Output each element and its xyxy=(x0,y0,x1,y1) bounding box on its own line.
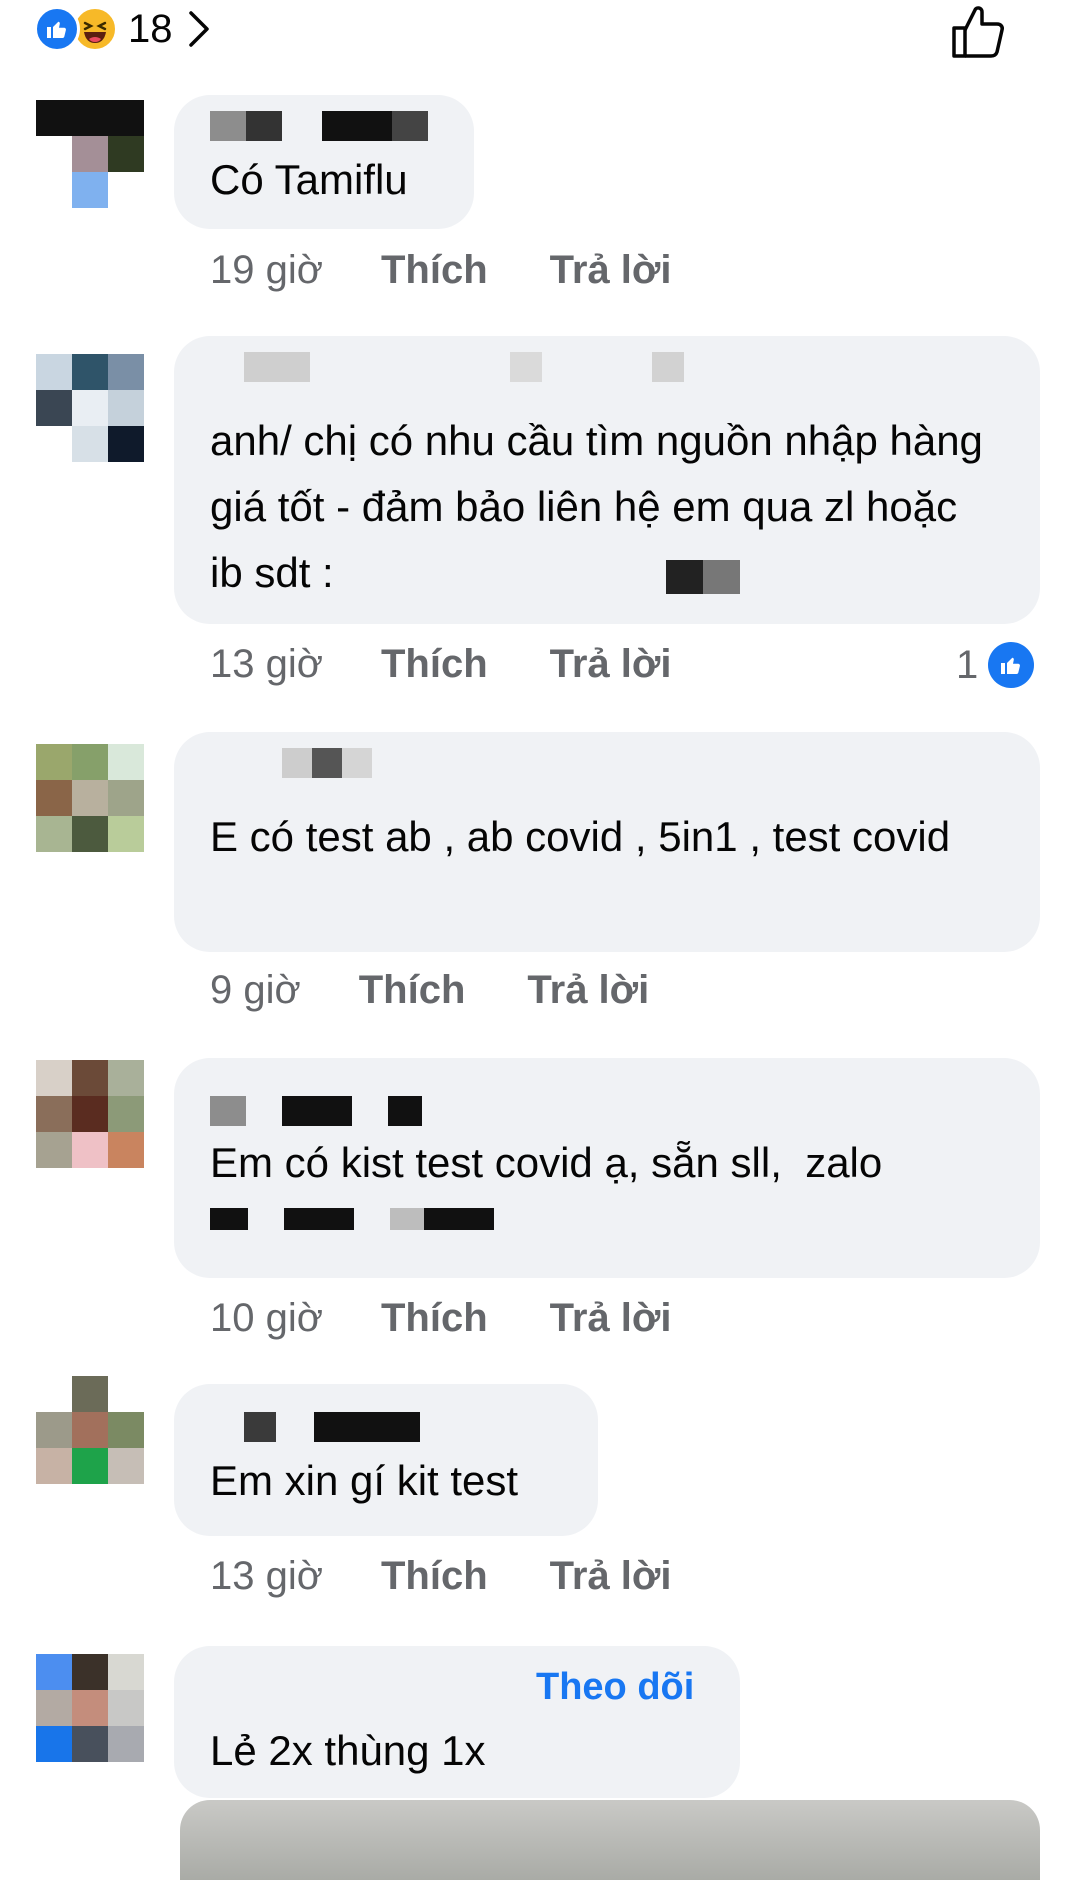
comment-actions: 13 giờ Thích Trả lời xyxy=(210,642,671,687)
comment-text: Em có kist test covid ạ, sẵn sll, zalo xyxy=(210,1139,883,1186)
comment-bubble[interactable]: Em có kist test covid ạ, sẵn sll, zalo xyxy=(174,1058,1040,1278)
comment-text: Có Tamiflu xyxy=(210,156,408,203)
redacted-phone xyxy=(666,560,740,594)
avatar[interactable] xyxy=(36,1654,144,1762)
comment-text: E có test ab , ab covid , 5in1 , test co… xyxy=(210,813,951,860)
comment-time[interactable]: 19 giờ xyxy=(210,248,323,293)
avatar[interactable] xyxy=(36,1376,144,1484)
comment-actions: 19 giờ Thích Trả lời xyxy=(210,248,671,293)
chevron-right-icon xyxy=(188,11,209,47)
comment-time[interactable]: 10 giờ xyxy=(210,1296,323,1341)
like-link[interactable]: Thích xyxy=(381,642,488,687)
comment-actions: 13 giờ Thích Trả lời xyxy=(210,1554,671,1599)
like-reaction-icon xyxy=(988,642,1035,688)
redacted-phone xyxy=(210,1208,494,1230)
follow-button[interactable]: Theo dõi xyxy=(536,1666,694,1709)
comment-text: Lẻ 2x thùng 1x xyxy=(210,1727,486,1774)
thumbs-up-outline-icon[interactable] xyxy=(948,0,1010,62)
like-link[interactable]: Thích xyxy=(359,968,466,1013)
commenter-name-redacted xyxy=(282,748,372,778)
comment-text: Em xin gí kit test xyxy=(210,1457,519,1504)
like-reaction-icon xyxy=(34,6,80,52)
reply-link[interactable]: Trả lời xyxy=(550,1296,672,1341)
avatar[interactable] xyxy=(36,100,144,208)
avatar[interactable] xyxy=(36,1060,144,1168)
comment-time[interactable]: 9 giờ xyxy=(210,968,301,1013)
avatar[interactable] xyxy=(36,744,144,852)
comment-bubble[interactable]: Có Tamiflu xyxy=(174,95,474,229)
like-link[interactable]: Thích xyxy=(381,248,488,293)
comment-time[interactable]: 13 giờ xyxy=(210,1554,323,1599)
comment-bubble[interactable]: anh/ chị có nhu cầu tìm nguồn nhập hàng … xyxy=(174,336,1040,624)
avatar[interactable] xyxy=(36,354,144,462)
comment-like-count[interactable]: 1 xyxy=(956,642,1035,688)
comment-time[interactable]: 13 giờ xyxy=(210,642,323,687)
reactions-summary[interactable]: 18 xyxy=(34,4,211,54)
comment-text: anh/ chị có nhu cầu tìm nguồn nhập hàng … xyxy=(210,417,995,596)
comment-bubble[interactable]: E có test ab , ab covid , 5in1 , test co… xyxy=(174,732,1040,952)
like-count-number: 1 xyxy=(956,642,979,687)
commenter-name-redacted xyxy=(210,1096,422,1126)
reply-link[interactable]: Trả lời xyxy=(550,1554,672,1599)
like-link[interactable]: Thích xyxy=(381,1554,488,1599)
comment-actions: 10 giờ Thích Trả lời xyxy=(210,1296,671,1341)
attached-image-preview[interactable] xyxy=(180,1800,1040,1880)
like-link[interactable]: Thích xyxy=(381,1296,488,1341)
commenter-name-redacted xyxy=(210,111,428,141)
commenter-name-redacted xyxy=(244,352,684,382)
commenter-name-redacted xyxy=(244,1412,420,1442)
comment-bubble[interactable]: Em xin gí kit test xyxy=(174,1384,598,1536)
reply-link[interactable]: Trả lời xyxy=(550,248,672,293)
reaction-count: 18 xyxy=(128,6,173,51)
comment-actions: 9 giờ Thích Trả lời xyxy=(210,968,649,1013)
reply-link[interactable]: Trả lời xyxy=(527,968,649,1013)
reply-link[interactable]: Trả lời xyxy=(550,642,672,687)
reactions-bar: 18 xyxy=(0,0,1080,70)
comment-bubble[interactable]: Theo dõi Lẻ 2x thùng 1x xyxy=(174,1646,740,1798)
